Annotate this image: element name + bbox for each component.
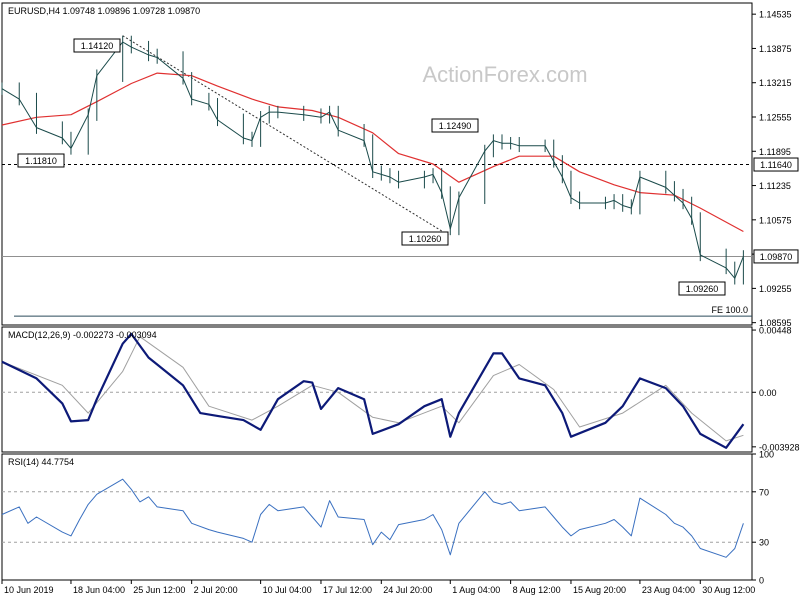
time-axis-label: 8 Aug 12:00 xyxy=(513,585,561,595)
price-axis-tick-label: 1.14535 xyxy=(759,10,792,20)
price-panel-title: EURUSD,H4 1.09748 1.09896 1.09728 1.0987… xyxy=(8,6,200,16)
watermark: ActionForex.com xyxy=(422,62,587,87)
axis-price-marker: 1.09870 xyxy=(753,249,799,264)
macd-lines xyxy=(1,332,752,449)
time-axis-label: 30 Aug 12:00 xyxy=(702,585,755,595)
rsi-axis-tick-label: 30 xyxy=(759,538,769,548)
price-axis-tick-label: 1.11895 xyxy=(759,147,791,157)
price-annotation-label: 1.12490 xyxy=(439,121,472,131)
macd-axis-tick-label: 0.00 xyxy=(759,388,777,398)
time-axis-label: 1 Aug 04:00 xyxy=(452,585,500,595)
price-annotation-label: 1.11810 xyxy=(25,156,57,166)
rsi-panel-frame xyxy=(1,453,753,581)
macd-axis-tick-label: 0.00448 xyxy=(759,326,792,336)
price-axis-tick-label: 1.13875 xyxy=(759,44,792,54)
time-axis-label: 17 Jul 12:00 xyxy=(323,585,372,595)
axis-price-marker-label: 1.09870 xyxy=(760,252,793,262)
time-axis-label: 10 Jul 04:00 xyxy=(263,585,312,595)
time-axis-label: 10 Jun 2019 xyxy=(4,585,54,595)
macd-panel: 0.004480.00-0.003928 MACD(12,26,9) -0.00… xyxy=(1,326,800,453)
time-axis-label: 2 Jul 20:00 xyxy=(194,585,238,595)
rsi-line xyxy=(1,478,744,558)
price-candles xyxy=(1,35,744,285)
price-annotation: 1.09260 xyxy=(678,281,726,296)
rsi-axis-tick-label: 0 xyxy=(759,576,764,586)
time-axis-label: 25 Jun 12:00 xyxy=(133,585,185,595)
price-annotation-label: 1.14120 xyxy=(81,41,114,51)
macd-main-line xyxy=(1,332,745,449)
time-axis-label: 18 Jun 04:00 xyxy=(73,585,125,595)
time-axis: 10 Jun 2019 18 Jun 04:00 25 Jun 12:00 2 Jul… xyxy=(1,580,755,595)
price-annotation: 1.12490 xyxy=(431,118,479,133)
rsi-lines xyxy=(1,478,752,558)
price-annotation: 1.11810 xyxy=(17,153,65,168)
price-panel: 1.14535 1.13875 1.13215 1.12555 1.11895 1.112… xyxy=(1,2,799,328)
price-annotation: 1.10260 xyxy=(401,231,449,246)
axis-price-marker-label: 1.11640 xyxy=(760,160,792,170)
macd-axis-ticks: 0.004480.00-0.003928 xyxy=(752,326,800,452)
rsi-axis-ticks: 100 70 30 0 xyxy=(752,450,774,586)
rsi-axis-tick-label: 70 xyxy=(759,487,769,497)
price-axis-tick-label: 1.13215 xyxy=(759,78,792,88)
price-annotation: 1.14120 xyxy=(73,38,121,53)
macd-panel-title: MACD(12,26,9) -0.002273 -0.003094 xyxy=(8,330,157,340)
axis-price-marker: 1.11640 xyxy=(753,157,799,172)
time-axis-label: 24 Jul 20:00 xyxy=(383,585,432,595)
trend-line xyxy=(122,35,451,237)
time-axis-label: 15 Aug 20:00 xyxy=(573,585,626,595)
chart-canvas: 1.14535 1.13875 1.13215 1.12555 1.11895 1.112… xyxy=(1,2,800,595)
time-axis-label: 23 Aug 04:00 xyxy=(642,585,695,595)
price-axis-tick-label: 1.09255 xyxy=(759,284,792,294)
price-annotation-label: 1.10260 xyxy=(409,234,442,244)
price-annotation-label: 1.09260 xyxy=(686,284,719,294)
rsi-axis-tick-label: 100 xyxy=(759,450,774,460)
price-axis-tick-label: 1.10575 xyxy=(759,215,792,225)
price-axis-tick-label: 1.12555 xyxy=(759,112,792,122)
fe-level-label: FE 100.0 xyxy=(711,305,748,315)
rsi-panel-title: RSI(14) 44.7754 xyxy=(8,457,74,467)
rsi-panel: 100 70 30 0 RSI(14) 44.7754 xyxy=(1,450,774,586)
price-axis-tick-label: 1.11235 xyxy=(759,181,791,191)
price-lines xyxy=(1,35,752,317)
